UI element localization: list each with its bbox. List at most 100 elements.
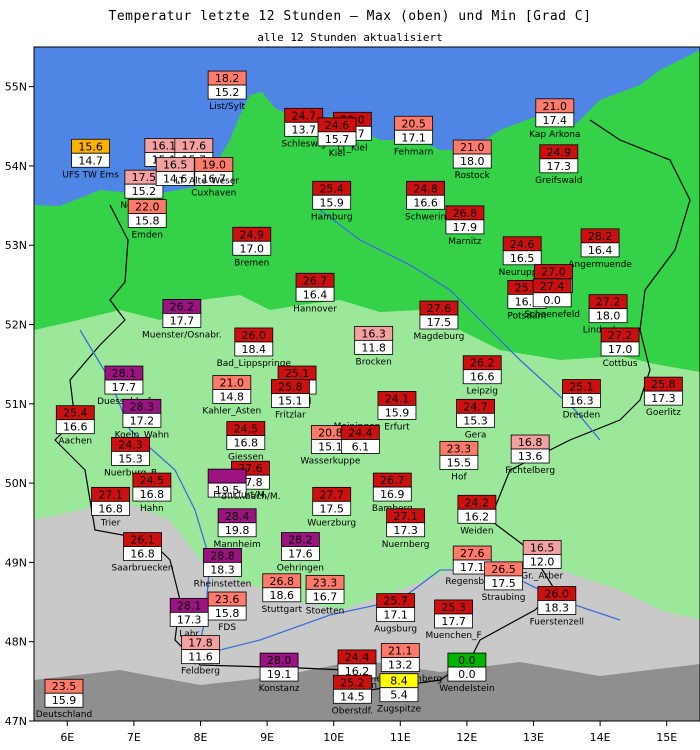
min-temp-value: 16.8	[140, 488, 165, 501]
max-temp-value: 26.1	[130, 534, 155, 547]
station-name: Leipzig	[466, 387, 498, 397]
max-temp-value: 27.4	[540, 280, 565, 293]
station-name: Kap Arkona	[529, 130, 580, 140]
min-temp-value: 17.7	[112, 381, 137, 394]
min-temp-value: 18.0	[596, 310, 621, 323]
min-temp-value: 16.3	[569, 395, 594, 408]
max-temp-value: 24.1	[385, 392, 410, 405]
station-name: List/Sylt	[209, 102, 245, 112]
min-temp-value: 14.7	[78, 154, 103, 167]
station: 24.216.2 Weiden	[457, 494, 497, 536]
max-temp-value: 8.4	[390, 675, 408, 688]
max-temp-value: 24.2	[465, 496, 490, 509]
station-name: Saarbruecken	[111, 564, 173, 574]
station-name: Hannover	[293, 304, 337, 314]
station-name: Weiden	[460, 526, 493, 536]
station-name: Hamburg	[311, 212, 353, 222]
lat-label: 54N	[5, 160, 27, 173]
max-temp-value: 27.1	[393, 510, 418, 523]
station-name: Oehringen	[277, 564, 324, 574]
lat-label: 53N	[5, 239, 27, 252]
min-temp-value: 16.9	[380, 488, 405, 501]
min-temp-value: 11.6	[188, 651, 213, 664]
max-temp-value: 15.6	[78, 140, 103, 153]
min-temp-value: 18.4	[242, 343, 267, 356]
min-temp-value: 15.1	[318, 441, 343, 454]
max-temp-value: 26.2	[470, 357, 495, 370]
station: 24.917.0 Bremen	[232, 226, 272, 268]
station: 25.817.3 Goerlitz	[643, 376, 683, 418]
min-temp-value: 17.5	[491, 577, 516, 590]
max-temp-value: 21.0	[460, 141, 485, 154]
station-name: Marnitz	[448, 237, 482, 247]
max-temp-value: 25.2	[340, 676, 365, 689]
station-name: Cottbus	[603, 359, 638, 369]
max-temp-value: 27.0	[541, 266, 566, 279]
station: 25.116.3 Dresden	[562, 379, 601, 421]
max-temp-value: 25.4	[63, 407, 88, 420]
max-temp-value: 24.4	[348, 427, 373, 440]
station: 26.018.3 Fuerstenzell	[530, 586, 584, 627]
station-name: Wasserkuppe	[300, 457, 361, 467]
max-temp-value: 28.1	[177, 599, 202, 612]
station-name: Dresden	[563, 411, 601, 421]
station-name: Magdeburg	[413, 332, 464, 342]
station-name: Schoenefeld	[524, 310, 580, 320]
station-name: Augsburg	[374, 625, 417, 635]
min-temp-value: 17.6	[288, 548, 313, 561]
min-temp-value: 17.9	[453, 221, 478, 234]
max-temp-value: 26.2	[170, 300, 195, 313]
min-temp-value: 16.6	[470, 371, 495, 384]
lat-label: 47N	[5, 715, 27, 728]
station: 26.216.6 Leipzig	[462, 355, 502, 397]
station: 24.315.3Nuerburg_B	[104, 436, 157, 478]
min-temp-value: 16.5	[510, 252, 535, 265]
max-temp-value: 0.0	[458, 654, 476, 667]
station: 16.512.0 Gr._Arber	[521, 540, 563, 581]
station-name: Bremen	[234, 258, 269, 268]
lon-label: 6E	[60, 731, 74, 744]
max-temp-value: 22.0	[135, 201, 160, 214]
station: 25.416.6 Aachen	[55, 405, 95, 447]
station-name: Kiel	[329, 149, 345, 159]
station: 27.217.0 Cottbus	[600, 327, 640, 369]
station: 26.818.6 Stuttgart	[262, 573, 302, 615]
max-temp-value: 27.2	[596, 296, 621, 309]
station-name: Wuerzburg	[307, 518, 356, 528]
min-temp-value: 15.1	[278, 395, 303, 408]
min-temp-value: 6.1	[352, 441, 370, 454]
max-temp-value: 27.1	[98, 488, 123, 501]
min-temp-value: 11.8	[361, 341, 386, 354]
max-temp-value: 26.7	[303, 274, 328, 287]
min-temp-value: 14.5	[340, 690, 365, 703]
min-temp-value: 14.8	[220, 391, 245, 404]
max-temp-value: 23.3	[447, 442, 472, 455]
max-temp-value: 16.8	[518, 436, 543, 449]
min-temp-value: 15.2	[132, 185, 157, 198]
station-name: Muenster/Osnabr.	[142, 330, 222, 340]
min-temp-value: 19.1	[267, 668, 292, 681]
max-temp-value: 25.7	[383, 595, 408, 608]
max-temp-value: 28.1	[112, 367, 137, 380]
max-temp-value: 21.0	[220, 377, 245, 390]
station: 28.317.2Koeln_Wahn	[115, 398, 169, 440]
min-temp-value: 17.1	[460, 561, 485, 574]
station: 28.217.6 Oehringen	[277, 532, 324, 574]
max-temp-value: 25.1	[569, 381, 594, 394]
temperature-map: 6E 7E 8E 9E 10E 11E 12E 13E 14E 15E 47N 48N 49N 50N 51…	[5, 46, 700, 744]
min-temp-value: 17.3	[651, 392, 676, 405]
station: 25.415.9 Hamburg	[311, 180, 353, 222]
min-temp-value: 15.8	[215, 607, 240, 620]
min-temp-value: 16.7	[313, 590, 338, 603]
min-temp-value: 16.8	[98, 502, 123, 515]
max-temp-value: 25.8	[651, 378, 676, 391]
min-temp-value: 17.7	[170, 314, 195, 327]
max-temp-value: 28.2	[288, 534, 313, 547]
station: 0.00.0 Wendelstein	[439, 652, 495, 694]
station-name: Schwerin	[405, 212, 446, 222]
max-temp-value: 26.7	[380, 474, 405, 487]
station-name: Muenchen_F	[425, 631, 481, 641]
min-temp-value: 15.5	[447, 456, 472, 469]
station-name: Konstanz	[259, 684, 300, 694]
min-temp-value: 17.4	[543, 114, 568, 127]
